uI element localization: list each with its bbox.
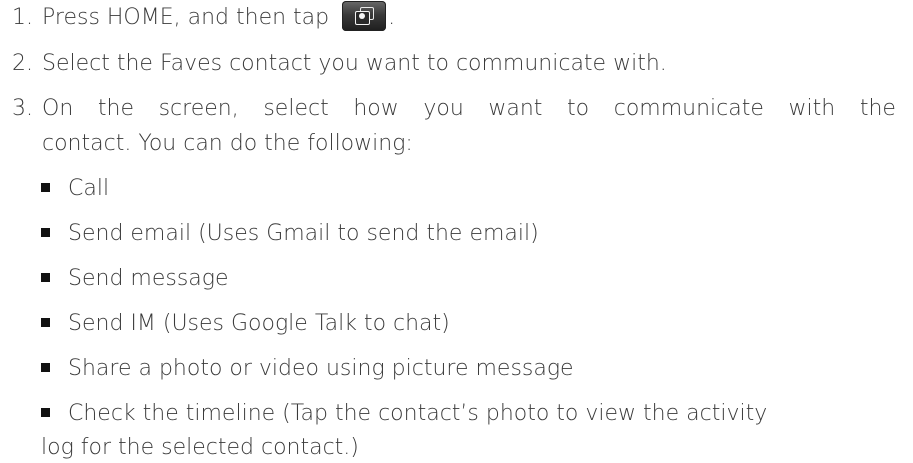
word: you — [423, 96, 464, 121]
step-3-line-2: contact. You can do the following: — [42, 131, 413, 156]
step-3-line-1: On the screen, select how you want to co… — [42, 94, 896, 124]
step-2-number: 2. — [12, 51, 33, 76]
list-item-text: Check the timeline (Tap the contact’s ph… — [68, 401, 768, 426]
list-item: Check the timeline (Tap the contact’s ph… — [41, 399, 767, 429]
list-item: Call — [41, 174, 109, 204]
list-item: Share a photo or video using picture mes… — [41, 354, 574, 384]
bullet-icon — [41, 318, 50, 327]
word: to — [567, 96, 590, 121]
step-1: 1. Press HOME, and then tap . — [12, 1, 396, 33]
step-3-number: 3. — [12, 96, 33, 121]
list-item-continuation: log for the selected contact.) — [41, 435, 359, 460]
step-3: 3. On the screen, select how you want to… — [12, 94, 896, 124]
bullet-icon — [41, 183, 50, 192]
step-1-text: Press HOME, and then tap — [42, 5, 330, 30]
word: the — [97, 96, 134, 121]
list-item-text: Send email (Uses Gmail to send the email… — [68, 221, 539, 246]
list-item-text: Share a photo or video using picture mes… — [68, 356, 574, 381]
bullet-icon — [41, 273, 50, 282]
list-item: Send email (Uses Gmail to send the email… — [41, 219, 539, 249]
list-item-text: Send IM (Uses Google Talk to chat) — [68, 311, 450, 336]
step-1-period: . — [388, 5, 396, 30]
list-item: Send IM (Uses Google Talk to chat) — [41, 309, 450, 339]
word: On — [42, 96, 74, 121]
list-item-text: Send message — [68, 266, 229, 291]
word: communicate — [613, 96, 764, 121]
bullet-icon — [41, 228, 50, 237]
word: want — [488, 96, 543, 121]
word: the — [859, 96, 896, 121]
step-2: 2. Select the Faves contact you want to c… — [12, 49, 667, 79]
word: screen, — [158, 96, 239, 121]
list-item: Send message — [41, 264, 229, 294]
step-1-number: 1. — [12, 5, 33, 30]
list-item-text: Call — [68, 176, 110, 201]
people-app-icon — [342, 1, 387, 31]
word: how — [353, 96, 399, 121]
word: with — [788, 96, 836, 121]
bullet-icon — [41, 408, 50, 417]
step-2-text: Select the Faves contact you want to com… — [42, 51, 667, 76]
bullet-icon — [41, 363, 50, 372]
word: select — [263, 96, 329, 121]
